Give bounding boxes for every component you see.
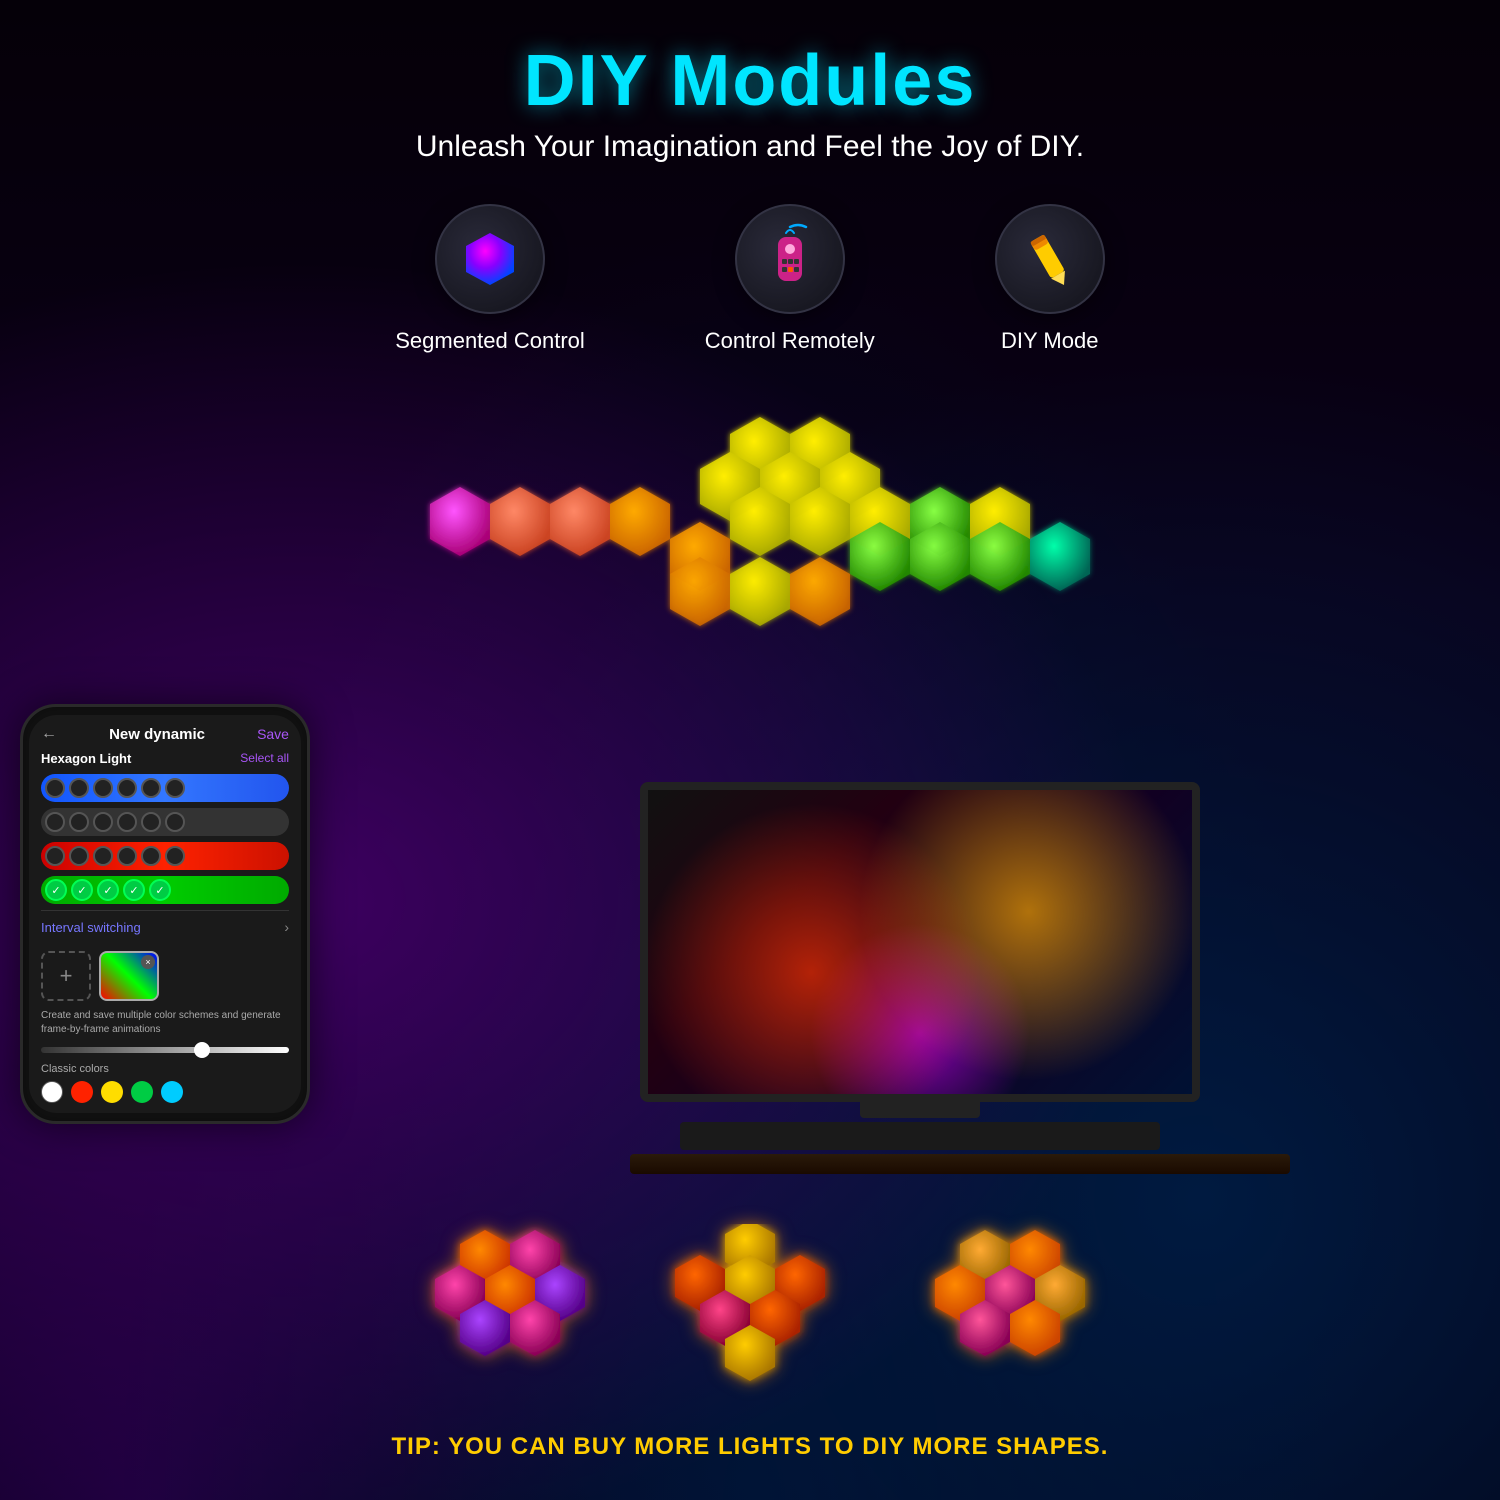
track-node bbox=[93, 812, 113, 832]
track-node bbox=[69, 846, 89, 866]
tv-shelf bbox=[630, 1154, 1290, 1174]
red-track[interactable] bbox=[41, 842, 289, 870]
tv-screen-content bbox=[648, 790, 1192, 1094]
track-node bbox=[45, 812, 65, 832]
feature-circle-remote bbox=[735, 204, 845, 314]
track-node bbox=[165, 812, 185, 832]
feature-segmented-control: Segmented Control bbox=[395, 204, 585, 354]
brightness-thumb bbox=[194, 1042, 210, 1058]
hex-cluster-3-svg bbox=[900, 1224, 1100, 1404]
hex-cluster-1 bbox=[400, 1224, 600, 1419]
color-dot-white[interactable] bbox=[41, 1081, 63, 1103]
hex-display-section bbox=[0, 374, 1500, 694]
main-title: DIY Modules bbox=[0, 40, 1500, 122]
color-dot-yellow[interactable] bbox=[101, 1081, 123, 1103]
phone-screen: ← New dynamic Save Hexagon Light Select … bbox=[29, 715, 301, 1113]
interval-arrow-icon: › bbox=[284, 919, 289, 935]
track-check: ✓ bbox=[149, 879, 171, 901]
track-check: ✓ bbox=[97, 879, 119, 901]
header-section: DIY Modules Unleash Your Imagination and… bbox=[0, 0, 1500, 164]
tv-stand bbox=[630, 782, 1210, 1174]
track-node bbox=[165, 778, 185, 798]
track-node bbox=[141, 846, 161, 866]
bottom-section: ← New dynamic Save Hexagon Light Select … bbox=[0, 704, 1500, 1204]
track-node bbox=[93, 846, 113, 866]
track-check: ✓ bbox=[71, 879, 93, 901]
color-dot-green[interactable] bbox=[131, 1081, 153, 1103]
track-node bbox=[117, 778, 137, 798]
scheme-close-button[interactable]: × bbox=[141, 955, 155, 969]
hexagon-icon bbox=[460, 229, 520, 289]
classic-color-swatches bbox=[41, 1081, 289, 1103]
phone-back-button[interactable]: ← bbox=[41, 725, 57, 743]
blue-track[interactable] bbox=[41, 774, 289, 802]
feature-circle-segmented bbox=[435, 204, 545, 314]
scheme-description: Create and save multiple color schemes a… bbox=[41, 1009, 289, 1037]
remote-icon bbox=[760, 219, 820, 299]
track-check: ✓ bbox=[123, 879, 145, 901]
hex-light-display bbox=[360, 374, 1140, 674]
pencil-icon bbox=[1017, 227, 1082, 292]
phone-nav: ← New dynamic Save bbox=[41, 725, 289, 743]
hex-cluster-2 bbox=[640, 1224, 860, 1419]
tv-frame bbox=[640, 782, 1200, 1102]
bottom-hex-row bbox=[0, 1224, 1500, 1419]
interval-label: Interval switching bbox=[41, 920, 141, 935]
phone-section-header: Hexagon Light Select all bbox=[41, 751, 289, 766]
phone-section-label: Hexagon Light bbox=[41, 751, 131, 766]
track-node bbox=[45, 778, 65, 798]
room-section bbox=[360, 704, 1480, 1204]
subtitle: Unleash Your Imagination and Feel the Jo… bbox=[0, 130, 1500, 164]
schemes-row: + × bbox=[41, 951, 289, 1001]
features-row: Segmented Control C bbox=[0, 204, 1500, 354]
brightness-slider[interactable] bbox=[41, 1047, 289, 1053]
track-node bbox=[93, 778, 113, 798]
tv-soundbar bbox=[680, 1122, 1160, 1150]
tv-screen bbox=[648, 790, 1192, 1094]
scheme-thumbnail[interactable]: × bbox=[99, 951, 159, 1001]
phone-screen-title: New dynamic bbox=[109, 726, 205, 743]
feature-label-diy: DIY Mode bbox=[1001, 328, 1098, 354]
hex-cluster-3 bbox=[900, 1224, 1100, 1419]
feature-label-remote: Control Remotely bbox=[705, 328, 875, 354]
dark-track[interactable] bbox=[41, 808, 289, 836]
track-node bbox=[69, 778, 89, 798]
phone-container: ← New dynamic Save Hexagon Light Select … bbox=[20, 704, 340, 1124]
feature-control-remotely: Control Remotely bbox=[705, 204, 875, 354]
main-content: DIY Modules Unleash Your Imagination and… bbox=[0, 0, 1500, 1500]
bottom-area: TIP: YOU CAN BUY MORE LIGHTS TO DIY MORE… bbox=[0, 1224, 1500, 1461]
track-node bbox=[69, 812, 89, 832]
track-node bbox=[117, 812, 137, 832]
feature-diy-mode: DIY Mode bbox=[995, 204, 1105, 354]
track-node bbox=[45, 846, 65, 866]
track-node bbox=[117, 846, 137, 866]
feature-circle-diy bbox=[995, 204, 1105, 314]
track-node bbox=[165, 846, 185, 866]
track-node bbox=[141, 778, 161, 798]
color-dot-red[interactable] bbox=[71, 1081, 93, 1103]
classic-colors-label: Classic colors bbox=[41, 1063, 289, 1075]
hex-cluster-2-svg bbox=[640, 1224, 860, 1414]
track-node bbox=[141, 812, 161, 832]
phone-select-all-button[interactable]: Select all bbox=[240, 751, 289, 766]
interval-row[interactable]: Interval switching › bbox=[41, 910, 289, 943]
green-track[interactable]: ✓ ✓ ✓ ✓ ✓ bbox=[41, 876, 289, 904]
feature-label-segmented: Segmented Control bbox=[395, 328, 585, 354]
phone-frame: ← New dynamic Save Hexagon Light Select … bbox=[20, 704, 310, 1124]
scheme-add-button[interactable]: + bbox=[41, 951, 91, 1001]
track-check: ✓ bbox=[45, 879, 67, 901]
hex-cluster-1-svg bbox=[400, 1224, 600, 1404]
tip-text: TIP: YOU CAN BUY MORE LIGHTS TO DIY MORE… bbox=[0, 1433, 1500, 1461]
color-dot-cyan[interactable] bbox=[161, 1081, 183, 1103]
phone-save-button[interactable]: Save bbox=[257, 726, 289, 742]
tv-base bbox=[860, 1102, 980, 1118]
